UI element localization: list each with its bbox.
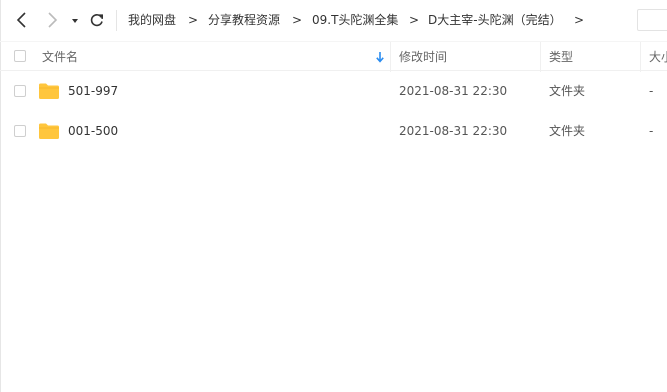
file-modified: 2021-08-31 22:30 [399,124,508,138]
file-size: - [649,124,654,138]
caret-down-icon [72,19,78,23]
back-button[interactable] [12,10,32,30]
file-type: 文件夹 [549,84,586,98]
breadcrumb-separator: > [188,13,199,27]
breadcrumb-separator: > [409,13,420,27]
row-checkbox[interactable] [14,85,26,97]
column-header-modified[interactable]: 修改时间 [399,49,447,65]
file-row[interactable]: 001-500 2021-08-31 22:30 文件夹 - [0,111,667,151]
file-size: - [649,84,654,98]
column-divider[interactable] [390,42,391,72]
arrow-down-icon[interactable] [375,51,385,63]
file-name[interactable]: 501-997 [68,83,118,99]
column-header-size[interactable]: 大小 [649,49,667,65]
file-type: 文件夹 [549,124,586,138]
select-all-checkbox[interactable] [14,50,26,62]
refresh-button[interactable] [87,10,107,30]
file-name[interactable]: 001-500 [68,123,118,139]
column-divider[interactable] [540,42,541,72]
row-checkbox[interactable] [14,125,26,137]
breadcrumb-item-shared-resources[interactable]: 分享教程资源 [208,12,280,28]
breadcrumb-item-collection[interactable]: 09.T头陀渊全集 [312,12,398,28]
folder-icon [39,83,59,99]
toolbar: 我的网盘 > 分享教程资源 > 09.T头陀渊全集 > D大主宰-头陀渊（完结）… [0,0,667,40]
column-header-name[interactable]: 文件名 [42,49,78,65]
toolbar-divider [116,10,117,31]
file-row[interactable]: 501-997 2021-08-31 22:30 文件夹 - [0,71,667,111]
forward-button[interactable] [42,10,62,30]
breadcrumb-item-current[interactable]: D大主宰-头陀渊（完结） [428,12,562,28]
folder-icon [39,123,59,139]
chevron-right-icon [48,12,58,28]
breadcrumb-separator: > [292,13,303,27]
breadcrumb-item-my-drive[interactable]: 我的网盘 [128,12,176,28]
file-modified: 2021-08-31 22:30 [399,84,508,98]
history-dropdown-button[interactable] [69,10,81,30]
refresh-icon [90,14,103,27]
file-list-header: 文件名 修改时间 类型 大小 [0,41,667,72]
column-header-type[interactable]: 类型 [549,49,573,65]
chevron-left-icon [16,12,26,28]
breadcrumb-separator: > [574,13,585,27]
column-divider[interactable] [640,42,641,72]
search-input[interactable] [637,9,667,31]
